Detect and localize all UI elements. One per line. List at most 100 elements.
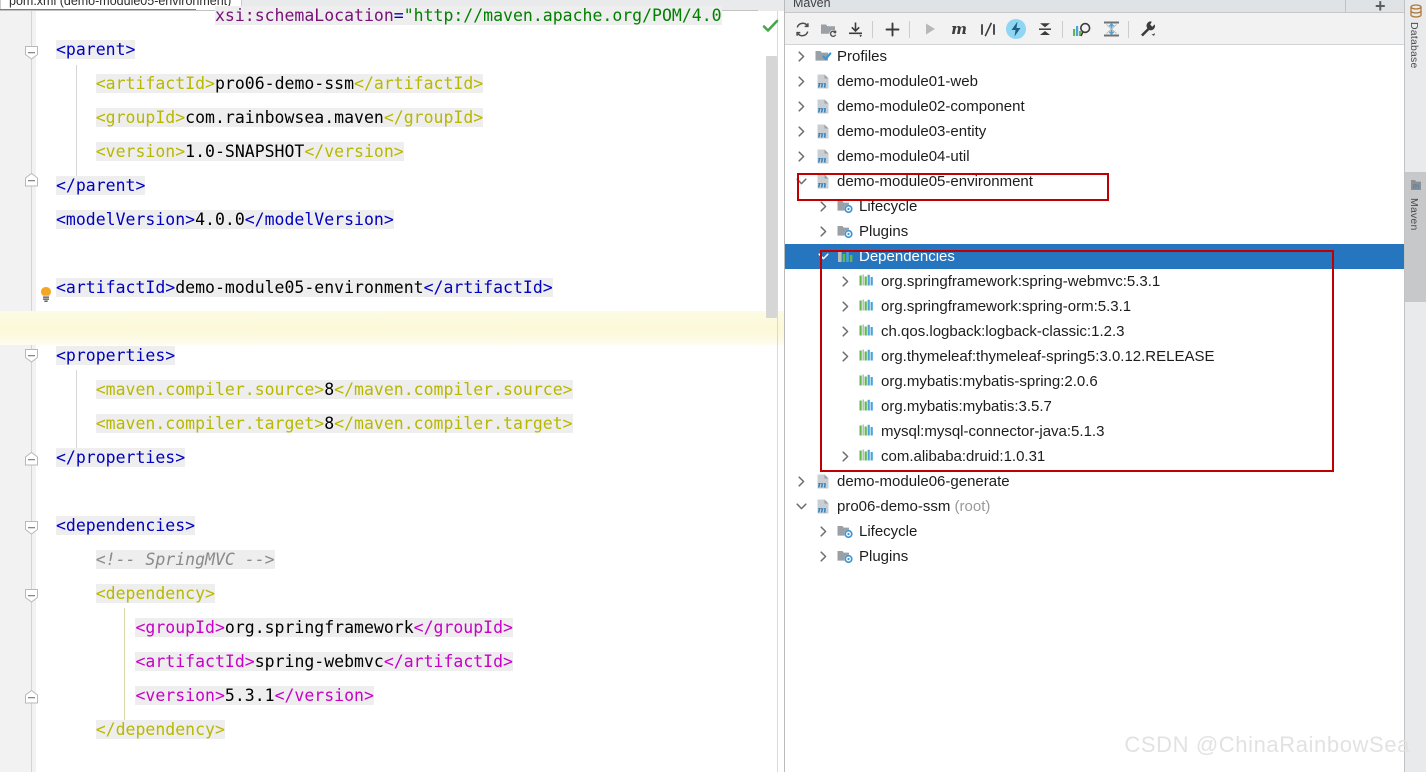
ide-window: pom.xml (demo-module05-environment) xsi:…	[0, 0, 1426, 772]
chevron-right-icon[interactable]	[795, 75, 809, 89]
toggle-offline-mode-icon[interactable]	[1005, 18, 1027, 40]
fold-collapse-icon[interactable]	[24, 452, 39, 467]
fold-collapse-icon[interactable]	[24, 45, 39, 60]
maven-tool-button[interactable]: m Maven	[1405, 172, 1426, 302]
code-token: 4.0.0	[195, 210, 245, 229]
tree-item-profiles[interactable]: Profiles	[785, 46, 1405, 69]
svg-text:m: m	[951, 20, 967, 38]
chevron-down-icon[interactable]	[795, 175, 809, 189]
dependency-icon	[859, 373, 876, 390]
tree-item-dep-mybatis[interactable]: org.mybatis:mybatis:3.5.7	[785, 394, 1405, 419]
chevron-right-icon[interactable]	[795, 100, 809, 114]
tree-item-label: demo-module04-util	[837, 148, 970, 165]
tree-item-dep-webmvc[interactable]: org.springframework:spring-webmvc:5.3.1	[785, 269, 1405, 294]
tree-item-root[interactable]: m pro06-demo-ssm (root)	[785, 494, 1405, 519]
chevron-right-icon[interactable]	[817, 200, 831, 214]
tree-item-mod05-lifecycle[interactable]: Lifecycle	[785, 194, 1405, 219]
chevron-right-icon[interactable]	[839, 325, 853, 339]
chevron-right-icon[interactable]	[817, 550, 831, 564]
code-token: </maven.compiler.target>	[334, 414, 573, 433]
intention-lightbulb-icon[interactable]	[38, 286, 54, 303]
code-line: <groupId>com.rainbowsea.maven</groupId>	[56, 101, 756, 135]
svg-text:m: m	[1413, 183, 1420, 191]
tree-item-dep-mybatis-spring[interactable]: org.mybatis:mybatis-spring:2.0.6	[785, 369, 1405, 394]
download-sources-and-documentation-icon[interactable]	[845, 18, 867, 40]
tree-item-root-lifecycle[interactable]: Lifecycle	[785, 519, 1405, 544]
chevron-right-icon[interactable]	[795, 475, 809, 489]
tree-item-label: Plugins	[859, 548, 909, 565]
maven-module-icon: m	[815, 473, 832, 491]
chevron-right-icon[interactable]	[817, 525, 831, 539]
tree-item-mod05[interactable]: m demo-module05-environment	[785, 169, 1405, 194]
fold-collapse-icon[interactable]	[24, 348, 39, 363]
code-token: <artifactId>	[95, 74, 215, 93]
editor-code-area[interactable]: xsi:schemaLocation="http://maven.apache.…	[56, 6, 756, 772]
code-token: <version>	[135, 686, 225, 705]
header-separator	[1345, 0, 1346, 12]
tree-item-root-plugins[interactable]: Plugins	[785, 544, 1405, 569]
tree-item-dep-orm[interactable]: org.springframework:spring-orm:5.3.1	[785, 294, 1405, 319]
plus-icon[interactable]: +	[1375, 0, 1386, 12]
maven-tool-window: Maven + m Profiles m demo-module01-web m…	[784, 0, 1405, 772]
chevron-down-icon[interactable]	[817, 250, 831, 264]
tree-item-mod03[interactable]: m demo-module03-entity	[785, 119, 1405, 144]
dependency-icon	[859, 423, 876, 440]
tree-item-label: com.alibaba:druid:1.0.31	[881, 448, 1046, 465]
watermark-text: CSDN @ChinaRainbowSea	[1124, 732, 1410, 757]
tree-item-mod01[interactable]: m demo-module01-web	[785, 69, 1405, 94]
add-maven-project-icon[interactable]	[881, 18, 903, 40]
dependency-icon	[859, 448, 876, 465]
tree-item-mod04[interactable]: m demo-module04-util	[785, 144, 1405, 169]
editor-gutter[interactable]	[0, 11, 36, 772]
right-tool-window-strip: Database m Maven	[1404, 0, 1426, 772]
fold-collapse-icon[interactable]	[24, 173, 39, 188]
editor-right-border	[777, 11, 778, 772]
tree-item-dep-druid[interactable]: com.alibaba:druid:1.0.31	[785, 444, 1405, 469]
database-tool-button[interactable]: Database	[1405, 0, 1426, 172]
generate-sources-and-update-folders-icon[interactable]	[818, 18, 840, 40]
collapse-all-icon[interactable]	[1034, 18, 1056, 40]
maven-tool-window-header: Maven +	[785, 0, 1405, 13]
chevron-down-icon[interactable]	[795, 500, 809, 514]
expand-dependency-diagram-icon[interactable]	[1100, 18, 1122, 40]
maven-project-tree[interactable]: Profiles m demo-module01-web m demo-modu…	[785, 46, 1405, 772]
tree-item-mod06[interactable]: m demo-module06-generate	[785, 469, 1405, 494]
maven-settings-icon[interactable]	[1137, 18, 1159, 40]
toggle-skip-tests-icon[interactable]	[977, 18, 999, 40]
tree-item-mod05-plugins[interactable]: Plugins	[785, 219, 1405, 244]
code-line: <artifactId>pro06-demo-ssm</artifactId>	[56, 67, 756, 101]
tree-item-dep-logback[interactable]: ch.qos.logback:logback-classic:1.2.3	[785, 319, 1405, 344]
chevron-right-icon[interactable]	[839, 350, 853, 364]
tree-item-label: demo-module05-environment	[837, 173, 1033, 190]
code-token: com.rainbowsea.maven	[185, 108, 384, 127]
svg-text:m: m	[818, 481, 827, 490]
chevron-right-icon[interactable]	[839, 275, 853, 289]
code-token: <dependency>	[95, 584, 215, 603]
editor-vertical-scrollbar[interactable]	[766, 56, 777, 318]
inspections-ok-icon[interactable]	[760, 15, 782, 37]
tree-item-dep-mysql[interactable]: mysql:mysql-connector-java:5.1.3	[785, 419, 1405, 444]
code-token: <artifactId>	[135, 652, 255, 671]
chevron-right-icon[interactable]	[839, 300, 853, 314]
chevron-right-icon[interactable]	[817, 225, 831, 239]
chevron-right-icon[interactable]	[795, 125, 809, 139]
show-dependencies-icon[interactable]	[1071, 18, 1093, 40]
tree-item-dep-thymeleaf[interactable]: org.thymeleaf:thymeleaf-spring5:3.0.12.R…	[785, 344, 1405, 369]
chevron-right-icon[interactable]	[795, 150, 809, 164]
fold-collapse-icon[interactable]	[24, 588, 39, 603]
code-token: </dependency>	[95, 720, 225, 739]
tree-item-mod02[interactable]: m demo-module02-component	[785, 94, 1405, 119]
execute-maven-goal-icon[interactable]: m	[948, 18, 970, 40]
tree-item-mod05-dependencies[interactable]: Dependencies	[785, 244, 1405, 269]
code-token: </groupId>	[413, 618, 513, 637]
chevron-right-icon[interactable]	[795, 50, 809, 64]
run-maven-build-icon[interactable]	[919, 18, 941, 40]
chevron-right-icon[interactable]	[839, 450, 853, 464]
fold-collapse-icon[interactable]	[24, 520, 39, 535]
fold-collapse-icon[interactable]	[24, 690, 39, 705]
reload-all-maven-projects-icon[interactable]	[791, 18, 813, 40]
